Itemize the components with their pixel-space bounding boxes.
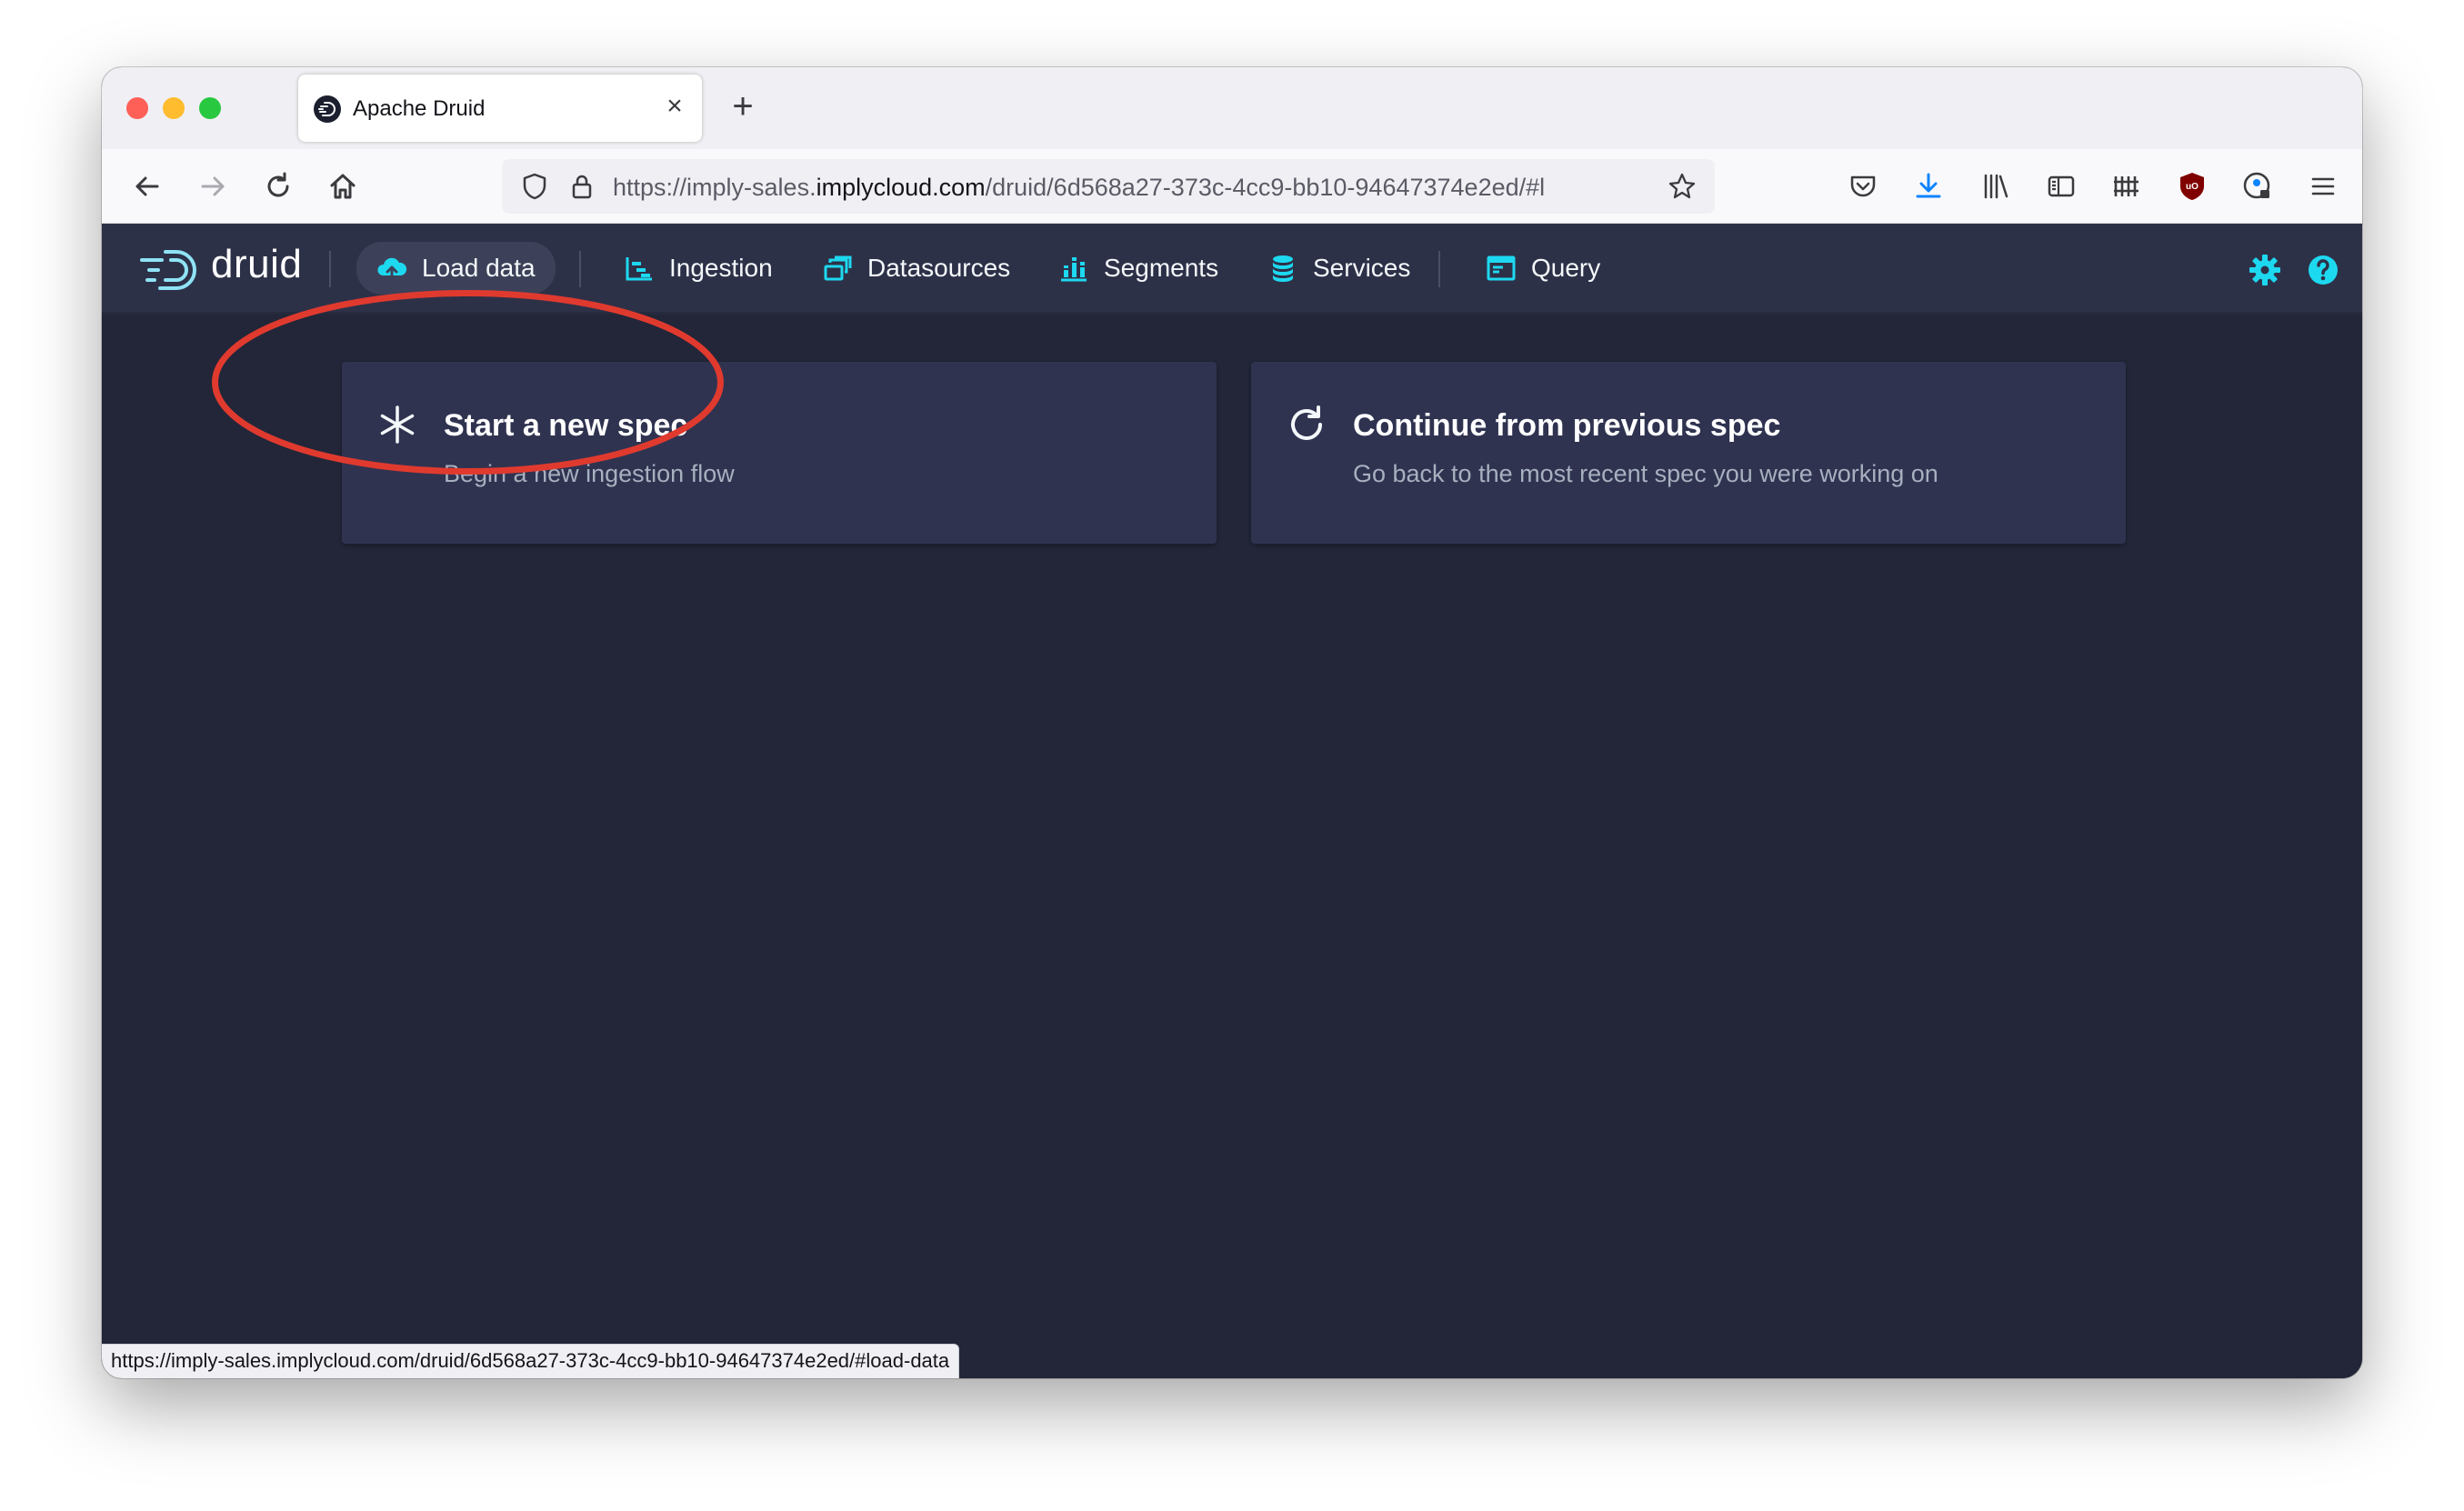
browser-tab-apache-druid[interactable]: Apache Druid × — [298, 75, 702, 142]
new-tab-button[interactable]: + — [725, 88, 761, 125]
browser-window: Apache Druid × + https://imply-sales.imp… — [102, 67, 2362, 1378]
download-icon — [1916, 173, 1941, 198]
window-minimize-button[interactable] — [163, 97, 185, 119]
nav-services-label: Services — [1313, 254, 1411, 282]
home-button[interactable] — [323, 166, 363, 206]
tab-title: Apache Druid — [353, 96, 486, 121]
stacked-chart-icon — [1058, 253, 1089, 284]
nav-load-data[interactable]: Load data — [356, 242, 556, 295]
header-divider — [329, 251, 331, 287]
asterisk-icon — [380, 405, 415, 444]
reload-icon — [267, 172, 289, 197]
app-menu-button[interactable] — [2306, 169, 2340, 204]
sidebar-button[interactable] — [2044, 169, 2078, 204]
multi-select-icon — [822, 253, 853, 284]
help-icon[interactable] — [2306, 253, 2340, 287]
url-prefix: https://imply-sales. — [613, 174, 816, 201]
nav-segments[interactable]: Segments — [1038, 242, 1238, 295]
tab-close-icon[interactable]: × — [660, 93, 689, 122]
nav-services[interactable]: Services — [1247, 242, 1430, 295]
druid-logo-text[interactable]: druid — [211, 242, 302, 287]
ublock-origin-icon: uO — [2180, 173, 2204, 200]
arrow-right-icon — [201, 176, 225, 196]
settings-gear-icon[interactable] — [2248, 253, 2282, 287]
sidebar-icon — [2048, 175, 2075, 197]
load-data-view: Start a new spec Begin a new ingestion f… — [102, 315, 2362, 1378]
pocket-icon — [1850, 175, 1876, 197]
bookmark-star-icon[interactable] — [1668, 172, 1697, 201]
gantt-chart-icon — [624, 253, 655, 284]
url-path: /druid/6d568a27-373c-4cc9-bb10-94647374e… — [985, 174, 1546, 201]
back-button[interactable] — [127, 166, 167, 206]
ublock-origin-button[interactable]: uO — [2175, 169, 2209, 204]
application-icon — [1486, 253, 1517, 284]
tracking-protection-shield-icon[interactable] — [520, 172, 549, 201]
arrow-left-icon — [135, 176, 159, 196]
nav-datasources[interactable]: Datasources — [802, 242, 1030, 295]
url-host: implycloud.com — [816, 174, 986, 201]
continue-previous-spec-description: Go back to the most recent spec you were… — [1353, 460, 1938, 487]
header-divider — [1438, 251, 1440, 287]
start-new-spec-description: Begin a new ingestion flow — [444, 460, 735, 487]
druid-logo-icon[interactable] — [138, 247, 202, 293]
hamburger-menu-icon — [2311, 177, 2335, 195]
home-icon — [330, 174, 356, 199]
nav-ingestion[interactable]: Ingestion — [604, 242, 793, 295]
database-icon — [1267, 253, 1298, 284]
downloads-button[interactable] — [1911, 169, 1946, 204]
link-status-bar: https://imply-sales.implycloud.com/druid… — [102, 1344, 960, 1378]
grid-extension-icon — [2114, 176, 2138, 196]
window-close-button[interactable] — [126, 97, 148, 119]
window-maximize-button[interactable] — [199, 97, 221, 119]
forward-button[interactable] — [193, 166, 233, 206]
library-button[interactable] — [1978, 169, 2013, 204]
start-new-spec-title: Start a new spec — [444, 408, 688, 443]
cloud-upload-icon — [376, 253, 407, 284]
nav-query[interactable]: Query — [1466, 242, 1620, 295]
account-extension-button[interactable] — [2240, 169, 2275, 204]
library-icon — [1984, 174, 2008, 199]
druid-header-bar: druid Load data Ingestion Datasources Se… — [102, 224, 2362, 315]
svg-text:uO: uO — [2186, 182, 2199, 192]
druid-favicon-icon — [314, 95, 341, 123]
lock-icon[interactable] — [567, 172, 596, 201]
reload-button[interactable] — [258, 166, 298, 206]
account-lock-icon — [2243, 172, 2270, 199]
nav-ingestion-label: Ingestion — [669, 254, 773, 282]
pocket-button[interactable] — [1846, 169, 1880, 204]
nav-load-data-label: Load data — [422, 254, 536, 282]
start-new-spec-card[interactable]: Start a new spec Begin a new ingestion f… — [342, 362, 1217, 544]
continue-previous-spec-card[interactable]: Continue from previous spec Go back to t… — [1251, 362, 2126, 544]
nav-segments-label: Segments — [1104, 254, 1219, 282]
extension-button-grid[interactable] — [2109, 169, 2144, 204]
refresh-icon — [1291, 405, 1322, 440]
nav-query-label: Query — [1531, 254, 1601, 282]
continue-previous-spec-title: Continue from previous spec — [1353, 408, 1781, 443]
tab-strip: Apache Druid × + — [102, 67, 2362, 149]
url-text[interactable]: https://imply-sales.implycloud.com/druid… — [613, 174, 1649, 202]
address-bar[interactable]: https://imply-sales.implycloud.com/druid… — [502, 159, 1715, 214]
header-divider — [579, 251, 581, 287]
browser-toolbar: https://imply-sales.implycloud.com/druid… — [102, 149, 2362, 224]
nav-datasources-label: Datasources — [867, 254, 1011, 282]
